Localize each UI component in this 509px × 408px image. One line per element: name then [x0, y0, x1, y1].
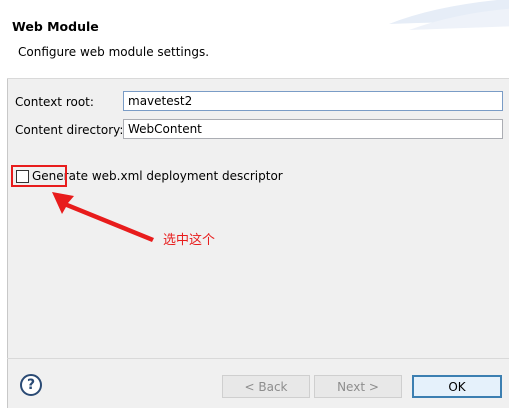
annotation-highlight-box: [11, 165, 67, 187]
page-title: Web Module: [12, 19, 99, 34]
wizard-header: Web Module Configure web module settings…: [7, 0, 509, 79]
button-bar-separator: [7, 358, 509, 359]
annotation-text: 选中这个: [163, 233, 216, 248]
content-directory-label: Content directory:: [15, 123, 124, 137]
ok-button[interactable]: OK: [412, 375, 502, 398]
context-root-label: Context root:: [15, 95, 94, 109]
back-button[interactable]: < Back: [222, 375, 310, 398]
header-banner-graphic: [389, 0, 509, 30]
page-description: Configure web module settings.: [18, 45, 210, 59]
generate-descriptor-label[interactable]: Generate web.xml deployment descriptor: [32, 169, 283, 183]
next-button[interactable]: Next >: [314, 375, 402, 398]
content-directory-input[interactable]: [123, 119, 503, 139]
help-icon[interactable]: ?: [20, 374, 42, 396]
context-root-input[interactable]: [123, 91, 503, 111]
